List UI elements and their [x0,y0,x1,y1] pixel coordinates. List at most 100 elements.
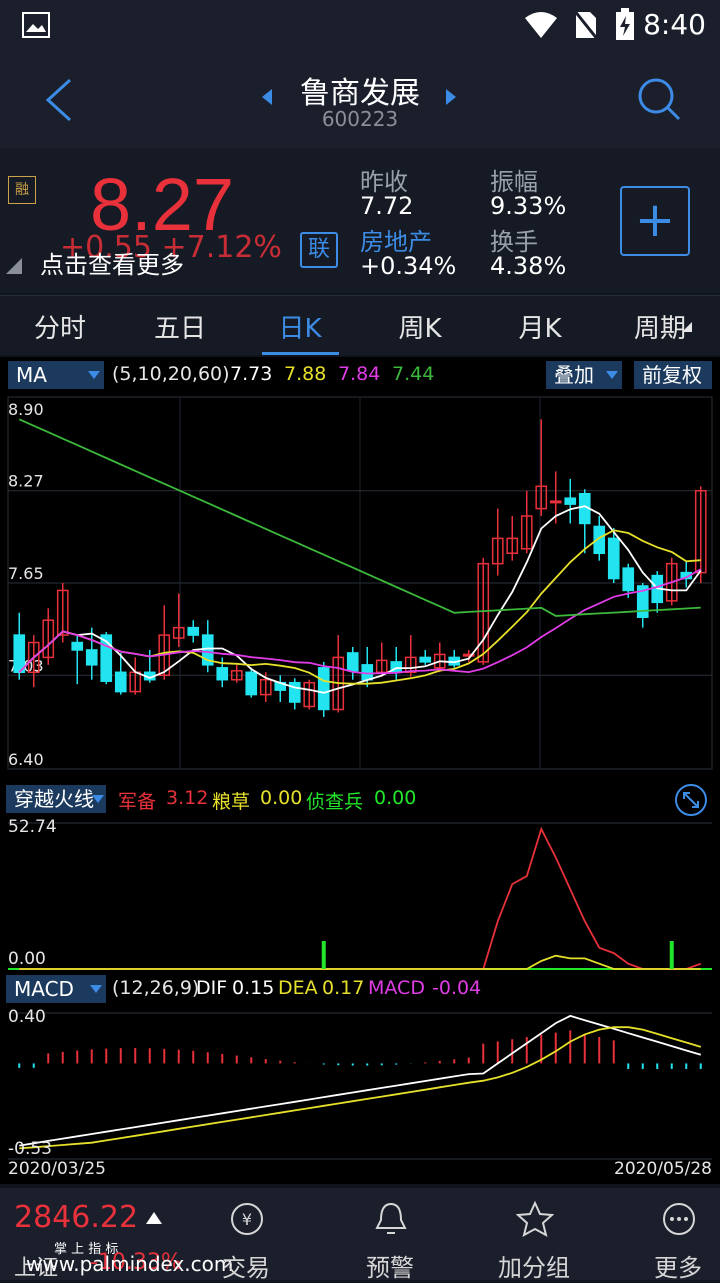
more-icon[interactable] [660,1200,698,1238]
no-sim-icon [574,10,598,40]
tab-monthly-k[interactable]: 月K [485,308,595,345]
svg-text:¥: ¥ [242,1210,252,1229]
stock-name: 鲁商发展 [300,76,420,111]
kline-chart-area[interactable]: MA (5,10,20,60) 7.73 7.88 7.84 7.44 叠加 前… [0,357,720,1184]
more-tip[interactable]: 点击查看更多 [40,245,184,280]
candle-body [607,537,620,580]
macd-selector-label: MACD [14,977,74,1001]
stock-header: 鲁商发展 600223 [0,52,720,148]
indicator1-label: 穿越火线 [14,787,94,811]
nav-trade[interactable]: 交易 [196,1248,296,1283]
bell-icon[interactable] [372,1200,410,1238]
grain-line [19,954,701,970]
macd-max: 0.40 [8,1007,46,1027]
bottom-navigation: 2846.22 掌 上 指 标 上证 -10.33% www.palmindex… [0,1188,720,1283]
macd-value: -0.04 [432,977,482,999]
expand-icon[interactable] [674,783,708,817]
macd-label: MACD [368,977,425,999]
indicator1-selector[interactable]: 穿越火线 [6,785,106,813]
amplitude-value: 9.33% [490,192,567,220]
add-watchlist-button[interactable]: + [620,186,690,256]
tab-weekly-k[interactable]: 周K [365,308,475,345]
search-icon[interactable] [636,76,682,122]
tab-period[interactable]: 周期 [605,308,715,345]
dif-value: 0.15 [232,977,275,999]
candle-body [187,626,200,636]
dif-line [19,1014,702,1147]
ind1-c-value: 0.00 [374,787,417,809]
ma-dropdown-icon [88,371,100,379]
ind1-c-label: 侦查兵 [306,791,364,813]
adjust-button[interactable]: 前复权 [634,361,712,389]
ind1-max: 52.74 [8,817,57,837]
indicator1-dropdown-icon [92,795,104,803]
candle-body [71,641,84,651]
candle-body [85,649,98,666]
price-axis-label: 8.27 [8,472,44,491]
corner-triangle-icon [6,258,22,274]
tab-five-day[interactable]: 五日 [125,308,235,345]
candle-body [622,567,635,592]
macd-dropdown-icon [90,985,102,993]
linked-button[interactable]: 联 [300,232,338,268]
candle-body [317,667,330,711]
candle-body [245,671,258,696]
status-bar: 8:40 [0,0,720,52]
candle-body [346,652,359,672]
scout-bar [321,941,326,969]
margin-badge: 融 [8,176,36,204]
nav-more[interactable]: 更多 [628,1248,720,1283]
ma-params: (5,10,20,60) [112,363,230,385]
candle-body [419,656,432,663]
index-value[interactable]: 2846.22 [14,1200,138,1235]
end-date: 2020/05/28 [614,1159,712,1179]
ma60-value: 7.44 [392,363,435,385]
turnover-value: 4.38% [490,252,567,280]
macd-params: (12,26,9) [112,977,200,999]
dea-value: 0.17 [322,977,365,999]
candle-body [216,667,229,681]
tab-intraday[interactable]: 分时 [5,308,115,345]
candle-body [549,500,562,504]
candle-body [13,634,26,674]
quote-panel[interactable]: 融 8.27 +0.55 +7.12% 点击查看更多 联 昨收 7.72 房地产… [0,148,720,293]
ma10-value: 7.88 [284,363,327,385]
army-line [19,826,702,970]
stock-code: 600223 [321,107,399,131]
start-date: 2020/03/25 [8,1159,106,1179]
ma-selector-label: MA [16,363,47,387]
nav-alert[interactable]: 预警 [340,1248,440,1283]
tab-daily-k[interactable]: 日K [245,308,355,345]
ind1-min: 0.00 [8,949,46,969]
ma5-value: 7.73 [230,363,273,385]
ma20-value: 7.84 [338,363,381,385]
dea-label: DEA [278,977,318,999]
ind1-b-label: 粮草 [212,791,251,813]
period-dropdown-icon [682,322,692,332]
ind1-b-value: 0.00 [260,787,303,809]
price-axis-label: 7.65 [8,564,44,583]
adjust-label: 前复权 [642,363,702,387]
trade-icon[interactable]: ¥ [228,1200,266,1238]
price-axis-label: 8.90 [8,400,44,419]
dif-label: DIF [196,977,228,999]
nav-add-group[interactable]: 加分组 [484,1248,584,1283]
ind1-a-value: 3.12 [166,787,209,809]
scout-bar [669,941,674,969]
chart-period-tabs: 分时 五日 日K 周K 月K 周期 [0,295,720,355]
clock: 8:40 [643,8,706,41]
gallery-notification-icon [22,12,50,38]
wifi-icon [525,12,557,38]
candle-body [564,497,577,505]
battery-charging-icon [616,8,634,40]
star-icon[interactable] [516,1200,554,1238]
sector-change: +0.34% [360,252,457,280]
active-tab-indicator [262,352,339,355]
macd-min: -0.53 [8,1139,52,1159]
overlay-dropdown-icon [606,371,618,379]
ind1-a-label: 军备 [118,791,157,813]
prev-close-value: 7.72 [360,192,414,220]
price-axis-label: 6.40 [8,750,44,769]
index-up-icon [146,1212,162,1224]
next-stock-icon[interactable] [444,88,458,106]
